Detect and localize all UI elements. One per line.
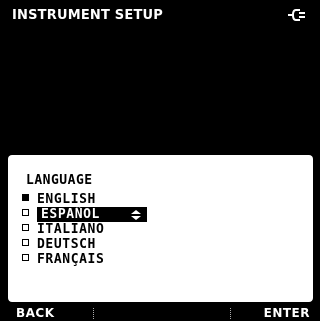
- language-option-label: ENGLISH: [37, 192, 96, 207]
- enter-button[interactable]: ENTER: [264, 306, 310, 320]
- up-down-arrow-icon: [131, 210, 141, 220]
- language-options-list: ENGLISH ESPAÑOL ITALIANO DEUTSCH FRANÇAI…: [22, 192, 147, 267]
- checkbox-empty-icon: [22, 209, 29, 216]
- language-option-espanol[interactable]: ESPAÑOL: [22, 207, 147, 222]
- language-option-english[interactable]: ENGLISH: [22, 192, 147, 207]
- language-heading: LANGUAGE: [26, 173, 93, 188]
- language-option-label: ESPAÑOL: [41, 207, 100, 222]
- softkey-divider: [230, 308, 232, 319]
- checkbox-empty-icon: [22, 239, 29, 246]
- checkbox-selected-icon: [22, 194, 29, 201]
- language-option-label: ITALIANO: [37, 222, 105, 237]
- language-option-francais[interactable]: FRANÇAIS: [22, 252, 147, 267]
- language-option-label: FRANÇAIS: [37, 252, 105, 267]
- power-plug-icon: [288, 9, 305, 21]
- language-option-label: DEUTSCH: [37, 237, 96, 252]
- screen-title: INSTRUMENT SETUP: [12, 8, 163, 23]
- language-option-italiano[interactable]: ITALIANO: [22, 222, 147, 237]
- language-option-deutsch[interactable]: DEUTSCH: [22, 237, 147, 252]
- highlighted-option[interactable]: ESPAÑOL: [37, 207, 147, 222]
- softkey-bar: BACK ENTER: [0, 304, 320, 321]
- back-button[interactable]: BACK: [16, 306, 55, 320]
- softkey-divider: [93, 308, 95, 319]
- checkbox-empty-icon: [22, 224, 29, 231]
- title-bar: INSTRUMENT SETUP: [0, 0, 320, 28]
- checkbox-empty-icon: [22, 254, 29, 261]
